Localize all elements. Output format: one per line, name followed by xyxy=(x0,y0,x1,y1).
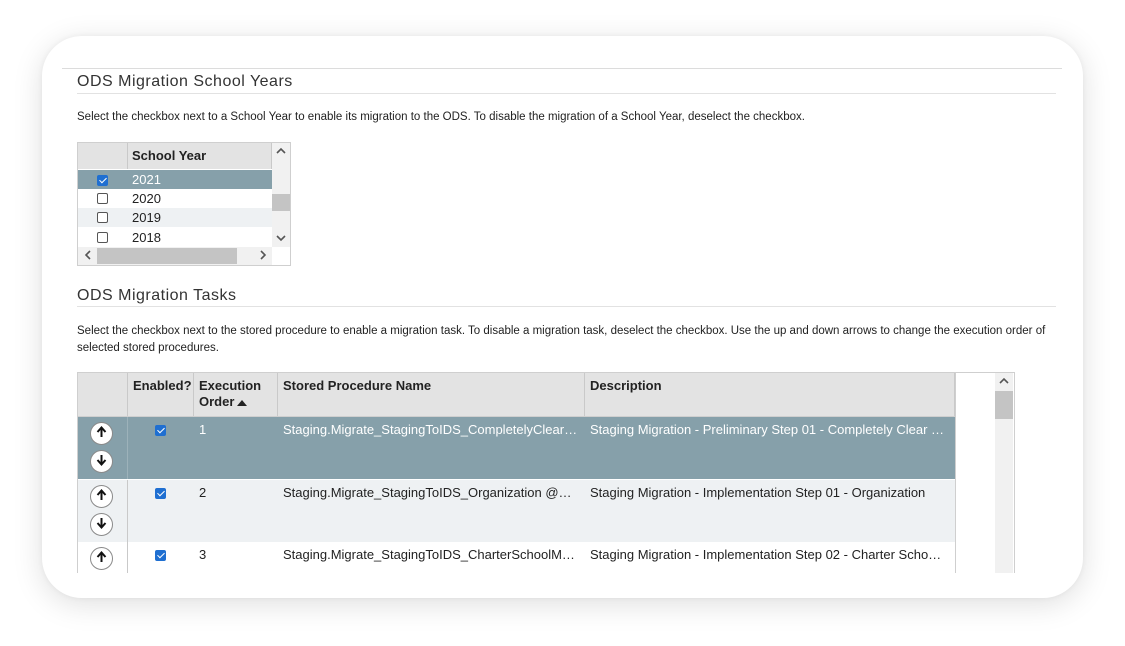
task-enabled-checkbox[interactable] xyxy=(155,550,166,561)
school-year-value: 2018 xyxy=(132,230,161,245)
school-year-column-header[interactable]: School Year xyxy=(128,143,272,169)
column-divider xyxy=(127,542,128,573)
tasks-grid-header: Enabled? Execution Order Stored Procedur… xyxy=(78,373,955,417)
task-description: Staging Migration - Preliminary Step 01 … xyxy=(590,422,945,437)
school-year-row[interactable]: 2019 xyxy=(78,208,272,227)
school-year-row[interactable]: 2020 xyxy=(78,189,272,208)
top-divider xyxy=(62,68,1062,69)
task-procedure-name: Staging.Migrate_StagingToIDS_CharterScho… xyxy=(283,547,575,562)
column-divider xyxy=(127,417,128,479)
tasks-vertical-scrollbar[interactable] xyxy=(995,373,1013,573)
school-year-row[interactable]: 2018 xyxy=(78,228,272,247)
grid-empty-area xyxy=(955,373,996,573)
chevron-up-icon[interactable] xyxy=(272,146,290,158)
school-years-title: ODS Migration School Years xyxy=(77,73,293,90)
tasks-grid[interactable]: Enabled? Execution Order Stored Procedur… xyxy=(77,372,1015,573)
settings-card: ODS Migration School Years Select the ch… xyxy=(42,36,1083,598)
school-year-hscroll-thumb[interactable] xyxy=(97,248,237,264)
school-year-checkbox[interactable] xyxy=(97,212,108,223)
chevron-down-icon[interactable] xyxy=(272,234,290,246)
task-enabled-checkbox[interactable] xyxy=(155,425,166,436)
sort-ascending-icon[interactable] xyxy=(237,399,248,406)
arrow-up-icon[interactable] xyxy=(90,422,113,445)
task-row[interactable]: 3 Staging.Migrate_StagingToIDS_CharterSc… xyxy=(78,542,955,573)
school-year-grid[interactable]: School Year 2021 2020 2019 2018 xyxy=(77,142,291,266)
school-year-vertical-scrollbar[interactable] xyxy=(272,143,290,247)
task-row[interactable]: 2 Staging.Migrate_StagingToIDS_Organizat… xyxy=(78,480,955,543)
chevron-left-icon[interactable] xyxy=(78,250,96,264)
task-order: 2 xyxy=(199,485,207,500)
task-row[interactable]: 1 Staging.Migrate_StagingToIDS_Completel… xyxy=(78,417,955,480)
description-column-header[interactable]: Description xyxy=(585,373,955,416)
tasks-divider xyxy=(77,306,1056,307)
execution-order-column-header[interactable]: Execution Order xyxy=(194,373,278,416)
tasks-title: ODS Migration Tasks xyxy=(77,287,237,304)
enabled-column-header[interactable]: Enabled? xyxy=(128,373,194,416)
school-year-horizontal-scrollbar[interactable] xyxy=(78,247,272,265)
chevron-right-icon[interactable] xyxy=(254,250,272,264)
school-year-checkbox[interactable] xyxy=(97,193,108,204)
school-year-checkbox[interactable] xyxy=(97,232,108,243)
school-year-checkbox[interactable] xyxy=(97,175,108,186)
execution-order-header-line1: Execution xyxy=(199,378,262,393)
arrow-up-icon[interactable] xyxy=(90,547,113,570)
arrow-down-icon[interactable] xyxy=(90,450,113,473)
school-year-value: 2021 xyxy=(132,172,161,187)
task-procedure-name: Staging.Migrate_StagingToIDS_CompletelyC… xyxy=(283,422,578,437)
arrow-down-icon[interactable] xyxy=(90,513,113,536)
tasks-description: Select the checkbox next to the stored p… xyxy=(77,325,1046,354)
procedure-column-header[interactable]: Stored Procedure Name xyxy=(278,373,585,416)
school-year-value: 2020 xyxy=(132,191,161,206)
school-year-scroll-thumb[interactable] xyxy=(272,194,290,211)
task-enabled-checkbox[interactable] xyxy=(155,488,166,499)
school-year-grid-header: School Year xyxy=(78,143,272,169)
task-procedure-name: Staging.Migrate_StagingToIDS_Organizatio… xyxy=(283,485,572,500)
checkbox-column-header xyxy=(78,143,128,169)
school-years-description: Select the checkbox next to a School Yea… xyxy=(77,111,805,123)
arrow-up-icon[interactable] xyxy=(90,485,113,508)
task-description: Staging Migration - Implementation Step … xyxy=(590,547,942,562)
column-divider xyxy=(127,480,128,542)
execution-order-header-line2: Order xyxy=(199,394,235,409)
school-year-value: 2019 xyxy=(132,210,161,225)
task-order: 3 xyxy=(199,547,207,562)
task-description: Staging Migration - Implementation Step … xyxy=(590,485,926,500)
tasks-scroll-thumb[interactable] xyxy=(995,391,1013,419)
task-order: 1 xyxy=(199,422,207,437)
chevron-up-icon[interactable] xyxy=(995,376,1013,388)
move-column-header xyxy=(78,373,128,416)
school-years-divider xyxy=(77,93,1056,94)
school-year-row[interactable]: 2021 xyxy=(78,170,272,189)
